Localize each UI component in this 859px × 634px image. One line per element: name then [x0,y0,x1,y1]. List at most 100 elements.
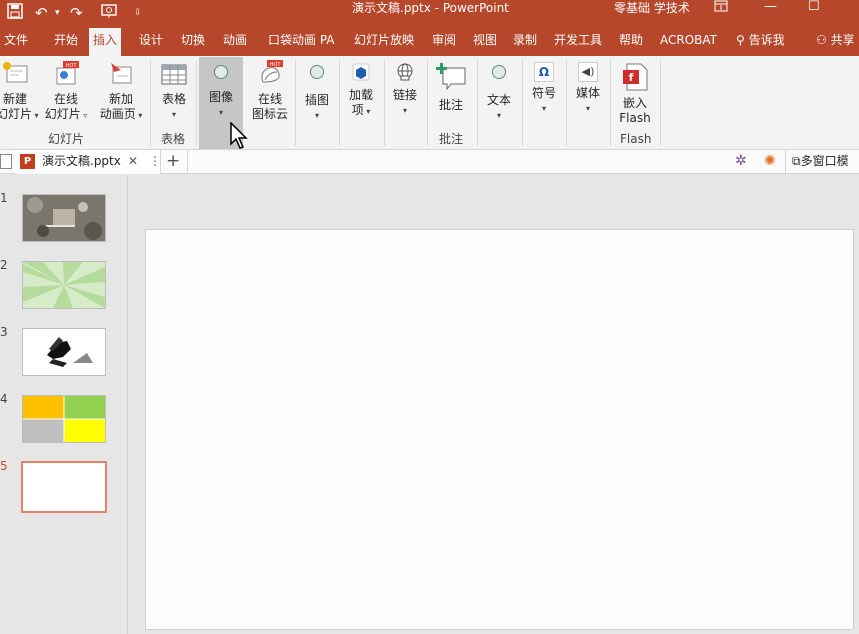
addins-icon [352,63,370,81]
addins-button[interactable]: 加载 项 ▾ [342,62,380,119]
new-comment-icon [436,63,466,91]
new-slide-icon [3,62,28,83]
tab-help[interactable]: 帮助 [619,28,643,56]
ribbon-insert: 新建 幻灯片 ▾ HOT 在线 幻灯片 ▿ 新加 动画页 ▾ 幻灯片 表格 ▾ … [0,56,859,150]
title-bar: ↶ ▾ ↷ ⇩ 演示文稿.pptx - PowerPoint 零基础 学技术 —… [0,0,859,28]
tab-view[interactable]: 视图 [473,28,497,56]
slide-canvas[interactable] [145,229,854,630]
omega-icon: Ω [534,62,554,82]
group-separator [150,60,151,146]
table-icon [161,64,187,85]
text-button[interactable]: 文本 ▾ [481,65,517,123]
close-tab-icon[interactable]: ✕ [128,154,138,169]
chevron-down-icon: ▾ [541,104,546,113]
settings-icon[interactable]: ✺ [764,153,776,169]
tab-developer[interactable]: 开发工具 [554,28,602,56]
new-slide-label-1: 新建 [2,92,27,106]
slide-thumbnail-2[interactable] [22,261,106,309]
links-button[interactable]: 链接 ▾ [386,62,424,118]
online-icons-label-1: 在线 [257,92,282,106]
magic-wand-icon[interactable]: ✲ [735,153,747,169]
chevron-down-icon[interactable]: ▾ [55,3,60,23]
online-slide-icon: HOT [56,61,79,85]
tab-transitions[interactable]: 切换 [181,28,205,56]
group-label-slides: 幻灯片 [48,132,85,146]
chevron-down-icon: ▾ [314,111,319,120]
embed-flash-label-2: Flash [619,111,651,125]
text-icon [492,65,506,79]
embed-flash-button[interactable]: f 嵌入 Flash [614,62,656,126]
chevron-down-icon: ▾ [171,110,176,119]
online-icons-label-2: 图标云 [251,107,288,121]
redo-icon[interactable]: ↷ [70,3,83,23]
windows-icon: ⧉ [792,154,801,168]
illustrations-label: 插图 [304,93,329,107]
online-icons-button[interactable]: HOT 在线 图标云 [248,60,292,122]
user-name[interactable]: 零基础 学技术 [614,0,690,16]
group-label-flash: Flash [620,132,652,146]
slide-thumbnail-4[interactable] [22,395,106,443]
new-slide-label-2: 幻灯片 ▾ [0,107,39,121]
document-tab[interactable]: P 演示文稿.pptx ✕ ⋮ [15,150,161,174]
tab-animations[interactable]: 动画 [223,28,247,56]
slideshow-from-start-icon[interactable] [100,3,118,24]
more-options-icon[interactable]: ⋮ [149,154,161,169]
tab-file[interactable]: 文件 [4,28,28,56]
group-separator [427,60,428,146]
multi-window-button[interactable]: ⧉多窗口模 [792,154,849,169]
ribbon-tabs: 文件 开始 插入 设计 切换 动画 口袋动画 PA 幻灯片放映 审阅 视图 录制… [0,28,859,56]
add-tab-icon[interactable]: + [166,151,180,171]
table-button[interactable]: 表格 ▾ [156,60,192,122]
tab-insert[interactable]: 插入 [89,28,122,56]
new-animation-page-label-1: 新加 [108,92,133,106]
group-separator [196,60,197,146]
slide-thumbnail-3[interactable] [22,328,106,376]
customize-qat-icon[interactable]: ⇩ [134,3,142,23]
group-separator [295,60,296,146]
tab-record[interactable]: 录制 [513,28,537,56]
minimize-icon[interactable]: — [764,0,777,14]
undo-icon[interactable]: ↶ [35,3,48,23]
illustrations-button[interactable]: 插图 ▾ [299,65,335,123]
share-button[interactable]: ⚇ 共享 [816,28,855,56]
slide-thumbnail-1[interactable] [22,194,106,242]
tab-pocket-animation[interactable]: 口袋动画 PA [268,28,335,56]
text-label: 文本 [486,93,511,107]
online-slide-label-2: 幻灯片 ▿ [44,107,88,121]
comment-label: 批注 [438,98,463,112]
new-slide-button[interactable]: 新建 幻灯片 ▾ [0,60,39,123]
online-slide-button[interactable]: HOT 在线 幻灯片 ▿ [42,60,90,123]
slide-number: 2 [0,258,8,272]
new-animation-page-button[interactable]: 新加 动画页 ▾ [96,60,146,123]
group-label-comments: 批注 [439,132,464,146]
tab-review[interactable]: 审阅 [432,28,456,56]
document-tab-bar: P 演示文稿.pptx ✕ ⋮ + ✲ ✺ ⧉多窗口模 [0,150,859,174]
file-icon[interactable] [0,154,12,169]
group-separator [477,60,478,146]
slide-number: 4 [0,392,8,406]
online-slide-label-1: 在线 [53,92,78,106]
chevron-down-icon: ▾ [585,104,590,113]
group-separator [339,60,340,146]
save-icon[interactable] [7,3,23,24]
media-button[interactable]: ◀) 媒体 ▾ [570,62,606,116]
ribbon-display-options-icon[interactable] [714,0,728,16]
image-label: 图像 [208,90,233,104]
tab-acrobat[interactable]: ACROBAT [660,28,717,56]
maximize-icon[interactable]: ☐ [808,0,820,14]
group-separator [610,60,611,146]
tab-home[interactable]: 开始 [54,28,78,56]
divider [785,150,786,174]
media-label: 媒体 [575,86,600,100]
group-separator [566,60,567,146]
group-separator [660,60,661,146]
tab-design[interactable]: 设计 [139,28,163,56]
tab-slideshow[interactable]: 幻灯片放映 [354,28,414,56]
slide-thumbnail-5-selected[interactable] [21,461,107,513]
symbols-button[interactable]: Ω 符号 ▾ [526,62,562,116]
group-separator [522,60,523,146]
slide-number-selected: 5 [0,459,8,473]
tell-me[interactable]: ⚲ 告诉我 [736,28,785,56]
comment-button[interactable]: 批注 [431,62,471,113]
addins-label-2: 项 ▾ [351,103,371,117]
